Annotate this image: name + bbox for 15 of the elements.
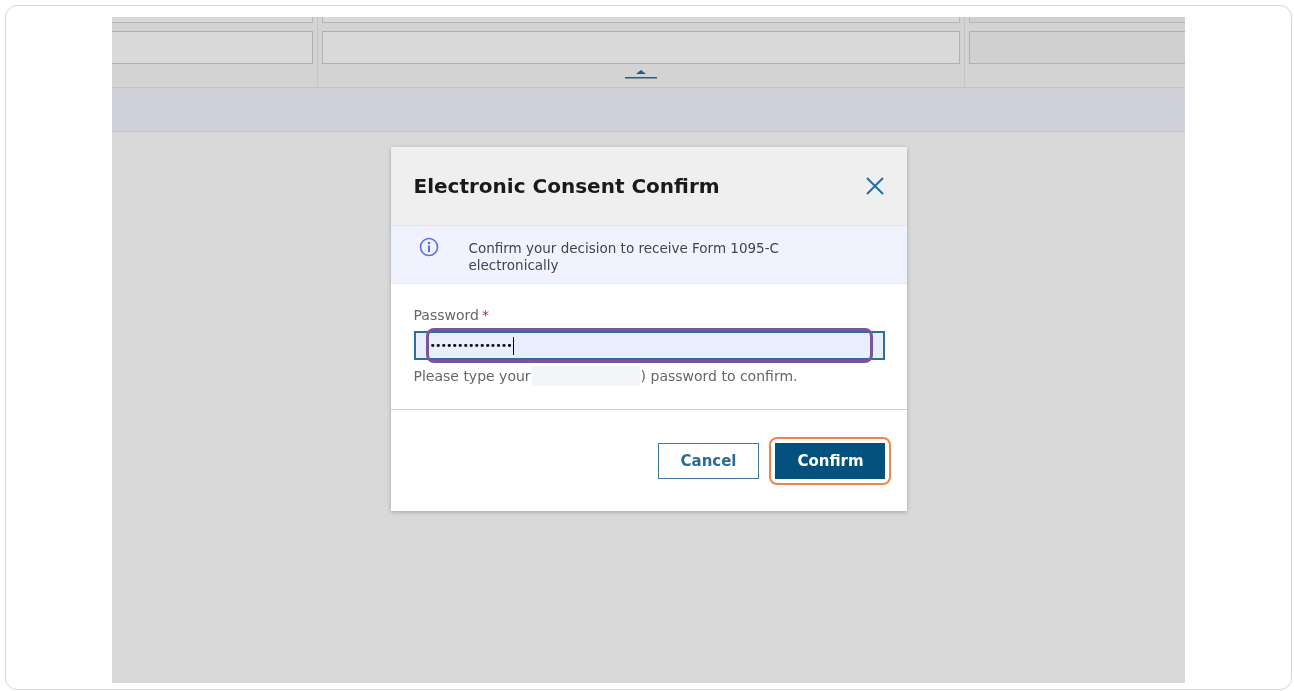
collapse-arrow-icon[interactable] xyxy=(625,69,657,79)
info-icon xyxy=(418,237,439,257)
close-icon[interactable] xyxy=(864,176,885,196)
input-field[interactable] xyxy=(322,31,960,64)
dialog-title: Electronic Consent Confirm xyxy=(413,174,720,198)
input-field[interactable] xyxy=(969,31,1185,64)
password-field[interactable]: ••••••••••••••• xyxy=(413,331,885,360)
required-mark: * xyxy=(481,307,489,323)
notice-text: Confirm your decision to receive Form 1095-C electronically xyxy=(468,240,780,274)
help-text: ) password to confirm. xyxy=(640,368,798,384)
cancel-button[interactable]: Cancel xyxy=(657,442,759,479)
confirm-button[interactable]: Confirm xyxy=(774,442,885,479)
input-field[interactable] xyxy=(112,31,313,64)
help-text: Please type your xyxy=(413,368,531,384)
field-label: Password xyxy=(413,307,479,323)
